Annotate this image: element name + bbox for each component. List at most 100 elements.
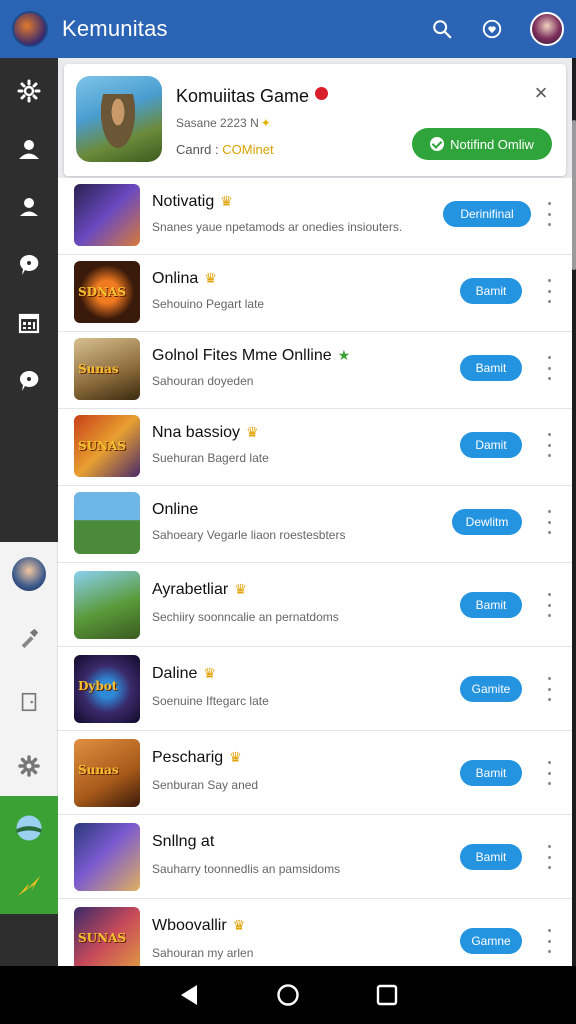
list-item[interactable]: SUNAS Nna bassioy ♛ Suehuran Bagerd late …: [58, 409, 572, 486]
game-subtitle: Sahouran my arlen: [152, 946, 254, 960]
game-title-text: Ayrabetliar: [152, 581, 229, 598]
game-title-text: Onlina: [152, 270, 199, 287]
close-button[interactable]: ×: [530, 82, 552, 104]
game-title-text: Daline: [152, 665, 198, 682]
more-options-icon[interactable]: [546, 593, 552, 617]
user-avatar[interactable]: [530, 12, 564, 46]
more-options-icon[interactable]: [546, 356, 552, 380]
crown-icon: ♛: [220, 193, 233, 209]
game-thumbnail: Dybot: [74, 655, 140, 723]
featured-card[interactable]: Komuiitas Game Sasane 2223 N ✦ Canrd : CO…: [64, 64, 566, 176]
list-item[interactable]: Snllng at Sauharry toonnedlis an pamsido…: [58, 815, 572, 899]
list-item[interactable]: SUNAS Wboovallir ♛ Sahouran my arlen Gamn…: [58, 899, 572, 966]
featured-title: Komuiitas Game: [176, 86, 329, 107]
game-thumbnail: SUNAS: [74, 907, 140, 966]
featured-subtitle: Sasane 2223 N ✦: [176, 116, 271, 130]
game-action-button[interactable]: Damit: [460, 432, 522, 458]
list-item[interactable]: Sunas Golnol Fites Mme Onlline ★ Sahouran…: [58, 332, 572, 409]
recents-icon[interactable]: [372, 980, 402, 1010]
back-icon[interactable]: [174, 980, 204, 1010]
game-action-button[interactable]: Derinifinal: [443, 201, 531, 227]
gear-icon[interactable]: [0, 734, 58, 798]
thumb-text: Dybot: [78, 679, 118, 693]
more-options-icon[interactable]: [546, 202, 552, 226]
game-thumbnail: [74, 823, 140, 891]
scrollbar[interactable]: [572, 120, 576, 270]
game-title: Daline ♛: [152, 665, 216, 683]
game-action-button[interactable]: Bamit: [460, 278, 522, 304]
crown-icon: ♛: [229, 749, 242, 765]
game-subtitle: Soenuine Iftegarc late: [152, 694, 269, 708]
top-actions: [430, 12, 564, 46]
user-icon[interactable]: [0, 178, 58, 236]
check-icon: [430, 137, 445, 151]
main-panel: Komuiitas Game Sasane 2223 N ✦ Canrd : CO…: [58, 58, 572, 966]
game-title: Wboovallir ♛: [152, 917, 245, 935]
game-title: Online: [152, 501, 198, 519]
notify-button[interactable]: Notifind Omliw: [412, 128, 552, 160]
verified-badge-icon: [315, 87, 329, 100]
game-action-button[interactable]: Gamne: [460, 928, 522, 954]
list-item[interactable]: Dybot Daline ♛ Soenuine Iftegarc late Gam…: [58, 647, 572, 731]
crown-icon: ♛: [204, 270, 217, 286]
system-nav-bar: [0, 966, 576, 1024]
more-options-icon[interactable]: [546, 761, 552, 785]
home-icon[interactable]: [273, 980, 303, 1010]
user-icon[interactable]: [0, 120, 58, 178]
list-item[interactable]: SDNAS Onlina ♛ Sehouino Pegart late Bamit: [58, 255, 572, 332]
list-item[interactable]: Sunas Pescharig ♛ Senburan Say aned Bamit: [58, 731, 572, 815]
calendar-icon[interactable]: [0, 294, 58, 352]
tool-icon[interactable]: [0, 606, 58, 670]
search-icon[interactable]: [430, 17, 454, 41]
list-item[interactable]: Notivatig ♛ Snanes yaue npetamods ar oned…: [58, 178, 572, 255]
sidebar-dark: [0, 58, 58, 542]
game-title-text: Snllng at: [152, 833, 215, 850]
settings-icon[interactable]: [0, 62, 58, 120]
more-options-icon[interactable]: [546, 677, 552, 701]
game-subtitle: Snanes yaue npetamods ar onedies insiout…: [152, 220, 403, 234]
more-options-icon[interactable]: [546, 845, 552, 869]
sidebar-bottom: [0, 914, 58, 966]
game-thumbnail: Sunas: [74, 739, 140, 807]
game-thumbnail: Sunas: [74, 338, 140, 400]
more-options-icon[interactable]: [546, 279, 552, 303]
list-item[interactable]: Online Sahoeary Vegarle liaon roestesbte…: [58, 486, 572, 563]
list-item[interactable]: Ayrabetliar ♛ Sechiiry soonncalie an pern…: [58, 563, 572, 647]
game-subtitle: Sauharry toonnedlis an pamsidoms: [152, 862, 341, 876]
game-action-button[interactable]: Bamit: [460, 844, 522, 870]
more-options-icon[interactable]: [546, 433, 552, 457]
sparkle-icon: ✦: [260, 116, 271, 130]
game-thumbnail: SUNAS: [74, 415, 140, 477]
game-logo-icon[interactable]: [12, 11, 48, 47]
game-action-button[interactable]: Bamit: [460, 355, 522, 381]
more-options-icon[interactable]: [546, 929, 552, 953]
game-subtitle: Sechiiry soonncalie an pernatdoms: [152, 610, 339, 624]
game-subtitle: Sahouran doyeden: [152, 374, 254, 388]
thumb-text: SUNAS: [78, 931, 127, 945]
app-title: Kemunitas: [62, 16, 168, 41]
game-title: Onlina ♛: [152, 270, 217, 288]
game-subtitle: Sahoeary Vegarle liaon roestesbters: [152, 528, 346, 542]
game-title-text: Notivatig: [152, 193, 215, 210]
game-action-button[interactable]: Dewlitm: [452, 509, 522, 535]
chat-icon[interactable]: [0, 236, 58, 294]
game-title-text: Online: [152, 501, 199, 518]
game-action-button[interactable]: Bamit: [460, 592, 522, 618]
chat-icon[interactable]: [0, 352, 58, 410]
game-title: Nna bassioy ♛: [152, 424, 259, 442]
game-title: Ayrabetliar ♛: [152, 581, 247, 599]
game-thumbnail: SDNAS: [74, 261, 140, 323]
game-action-button[interactable]: Bamit: [460, 760, 522, 786]
door-icon[interactable]: [0, 670, 58, 734]
game-title-text: Golnol Fites Mme Onlline: [152, 347, 332, 364]
game-action-button[interactable]: Gamite: [460, 676, 522, 702]
more-options-icon[interactable]: [546, 510, 552, 534]
heart-icon[interactable]: [480, 17, 504, 41]
thumb-text: SUNAS: [78, 439, 127, 453]
game-subtitle: Suehuran Bagerd late: [152, 451, 269, 465]
star-icon[interactable]: [0, 854, 58, 918]
avatar[interactable]: [0, 542, 58, 606]
globe-icon[interactable]: [0, 796, 58, 860]
featured-meta: Canrd : COMinet: [176, 142, 274, 157]
soldier-figure: [98, 94, 138, 154]
